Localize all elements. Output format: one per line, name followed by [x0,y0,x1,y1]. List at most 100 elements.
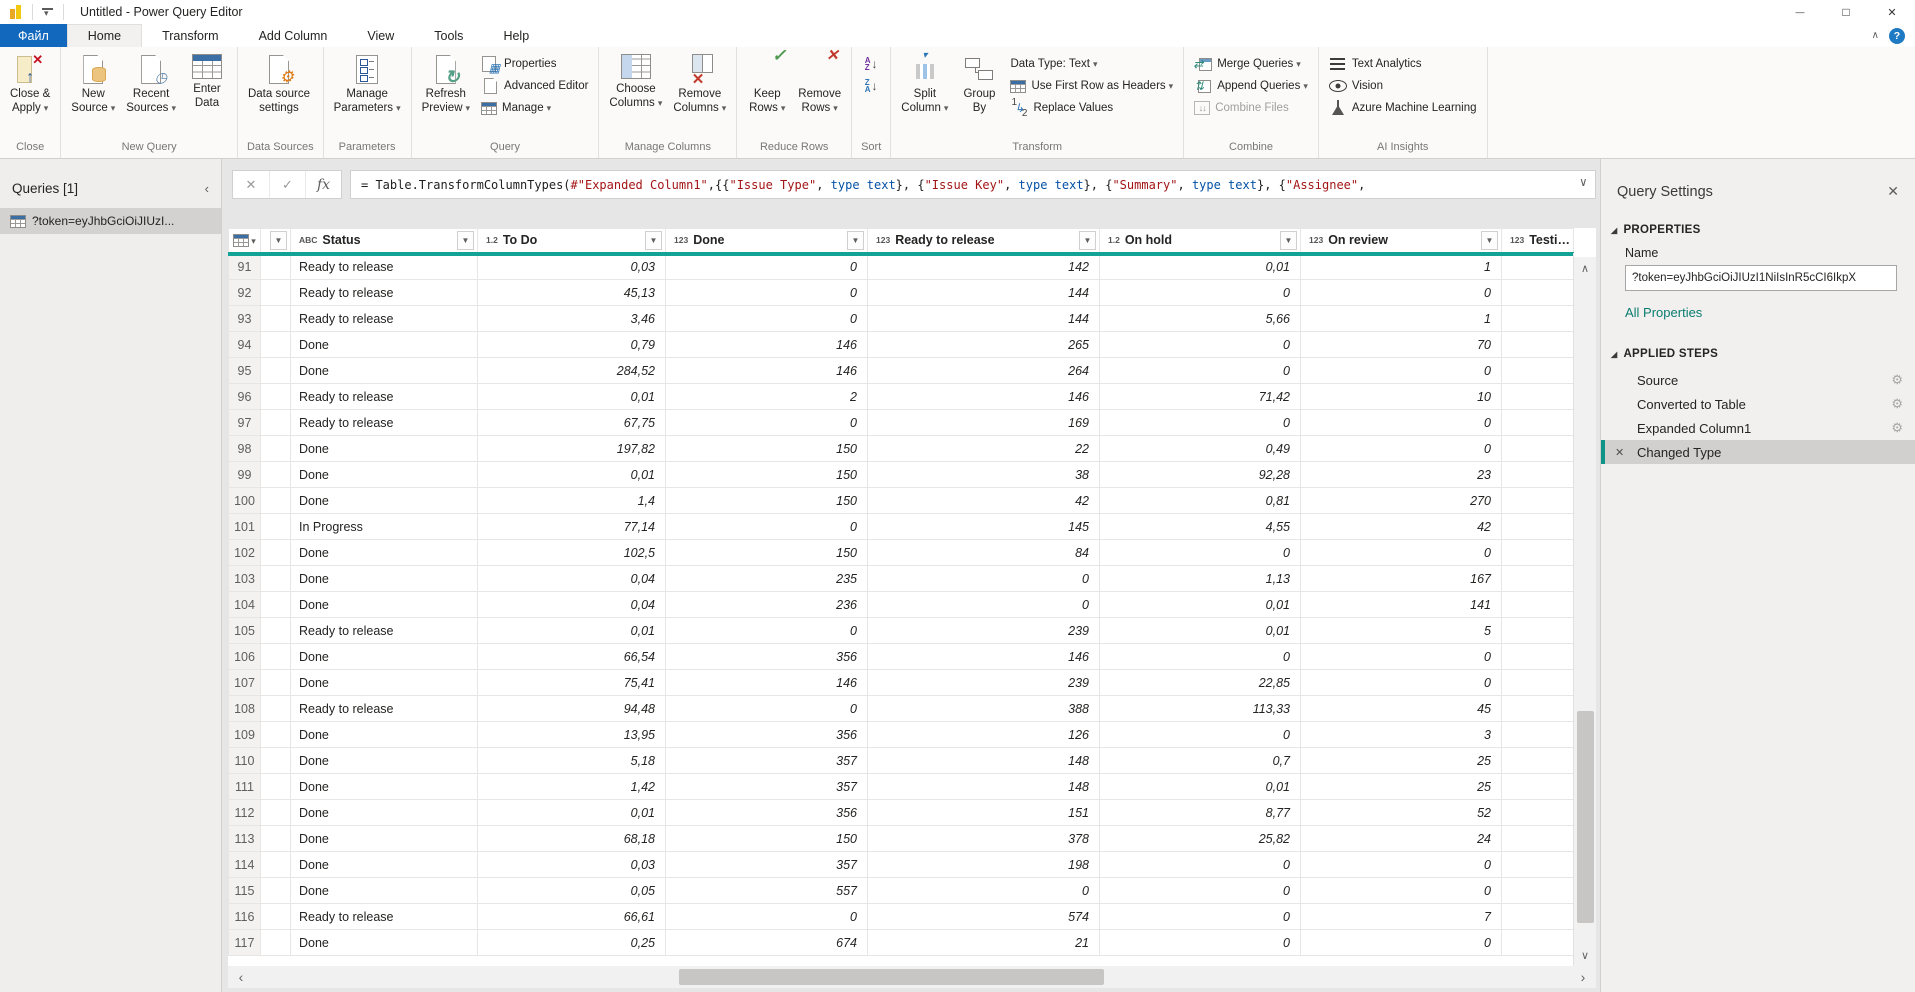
column-header-to-do[interactable]: 1.2To Do [478,229,666,254]
value-cell[interactable]: 3,46 [478,306,666,332]
scroll-up-icon[interactable]: ∧ [1574,257,1596,279]
value-cell[interactable]: 0 [1100,852,1301,878]
value-cell[interactable] [1502,800,1574,826]
fx-icon[interactable]: fx [305,171,341,198]
value-cell[interactable]: 0 [1301,280,1502,306]
value-cell[interactable]: 146 [666,332,868,358]
help-icon[interactable] [1889,28,1905,44]
value-cell[interactable]: 8,77 [1100,800,1301,826]
value-cell[interactable]: 0 [1301,670,1502,696]
value-cell[interactable] [1502,670,1574,696]
status-cell[interactable]: Done [291,566,478,592]
manage-parameters-button[interactable]: Manage Parameters [329,52,406,118]
value-cell[interactable]: 236 [666,592,868,618]
value-cell[interactable]: 0 [868,592,1100,618]
value-cell[interactable]: 144 [868,306,1100,332]
value-cell[interactable]: 0,81 [1100,488,1301,514]
value-cell[interactable]: 0,49 [1100,436,1301,462]
value-cell[interactable]: 0 [1301,358,1502,384]
value-cell[interactable]: 0,03 [478,254,666,280]
value-cell[interactable]: 239 [868,618,1100,644]
value-cell[interactable]: 0 [1100,878,1301,904]
value-cell[interactable]: 113,33 [1100,696,1301,722]
column-header-on-review[interactable]: 123On review [1301,229,1502,254]
value-cell[interactable]: 198 [868,852,1100,878]
value-cell[interactable]: 1,42 [478,774,666,800]
value-cell[interactable]: 25 [1301,774,1502,800]
value-cell[interactable]: 357 [666,748,868,774]
value-cell[interactable]: 94,48 [478,696,666,722]
value-cell[interactable]: 146 [666,358,868,384]
status-cell[interactable]: Ready to release [291,410,478,436]
value-cell[interactable]: 356 [666,644,868,670]
value-cell[interactable]: 146 [868,644,1100,670]
blank-cell[interactable] [261,254,291,280]
filter-dropdown-icon[interactable] [645,231,662,250]
applied-step-source[interactable]: Source⚙ [1601,368,1915,392]
value-cell[interactable]: 142 [868,254,1100,280]
value-cell[interactable]: 145 [868,514,1100,540]
applied-step-expanded-column1[interactable]: Expanded Column1⚙ [1601,416,1915,440]
grid-blank-column-header[interactable] [261,229,291,254]
filter-dropdown-icon[interactable] [847,231,864,250]
commit-formula-icon[interactable]: ✓ [269,171,305,198]
status-cell[interactable]: Done [291,878,478,904]
value-cell[interactable] [1502,254,1574,280]
close-icon[interactable] [1869,0,1915,24]
text-analytics-button[interactable]: Text Analytics [1324,53,1482,75]
horizontal-scroll-thumb[interactable] [679,969,1103,985]
value-cell[interactable]: 284,52 [478,358,666,384]
choose-columns-button[interactable]: Choose Columns [604,52,667,113]
blank-cell[interactable] [261,514,291,540]
value-cell[interactable]: 13,95 [478,722,666,748]
menu-tab-help[interactable]: Help [483,24,549,47]
query-name-input[interactable] [1625,265,1897,291]
blank-cell[interactable] [261,930,291,956]
split-column-button[interactable]: Split Column [896,52,953,118]
blank-cell[interactable] [261,306,291,332]
value-cell[interactable] [1502,722,1574,748]
remove-columns-button[interactable]: Remove Columns [668,52,731,118]
value-cell[interactable]: 150 [666,462,868,488]
blank-cell[interactable] [261,462,291,488]
azure-machine-learning-button[interactable]: Azure Machine Learning [1324,97,1482,119]
value-cell[interactable] [1502,436,1574,462]
value-cell[interactable]: 92,28 [1100,462,1301,488]
grid-corner-cell[interactable] [229,229,261,254]
menu-tab-home[interactable]: Home [67,24,142,47]
value-cell[interactable]: 45,13 [478,280,666,306]
value-cell[interactable] [1502,592,1574,618]
status-cell[interactable]: Done [291,748,478,774]
value-cell[interactable]: 0,79 [478,332,666,358]
value-cell[interactable] [1502,358,1574,384]
blank-cell[interactable] [261,670,291,696]
collapse-pane-icon[interactable]: ‹ [205,181,209,196]
delete-step-icon[interactable] [1615,446,1624,459]
status-cell[interactable]: Done [291,852,478,878]
status-cell[interactable]: Done [291,930,478,956]
gear-icon[interactable]: ⚙ [1891,396,1903,412]
value-cell[interactable]: 10 [1301,384,1502,410]
status-cell[interactable]: Done [291,332,478,358]
value-cell[interactable]: 3 [1301,722,1502,748]
minimize-icon[interactable] [1777,0,1823,24]
column-header-status[interactable]: ABCStatus [291,229,478,254]
value-cell[interactable]: 0 [666,514,868,540]
blank-cell[interactable] [261,852,291,878]
blank-cell[interactable] [261,644,291,670]
value-cell[interactable]: 84 [868,540,1100,566]
value-cell[interactable] [1502,774,1574,800]
recent-sources-button[interactable]: Recent Sources [121,52,181,118]
value-cell[interactable]: 169 [868,410,1100,436]
blank-cell[interactable] [261,696,291,722]
blank-cell[interactable] [261,332,291,358]
value-cell[interactable]: 0 [1301,540,1502,566]
value-cell[interactable]: 22,85 [1100,670,1301,696]
status-cell[interactable]: Ready to release [291,904,478,930]
value-cell[interactable]: 0 [1100,722,1301,748]
value-cell[interactable] [1502,566,1574,592]
value-cell[interactable]: 25,82 [1100,826,1301,852]
value-cell[interactable]: 0 [1100,410,1301,436]
filter-dropdown-icon[interactable] [457,231,474,250]
status-cell[interactable]: Done [291,488,478,514]
